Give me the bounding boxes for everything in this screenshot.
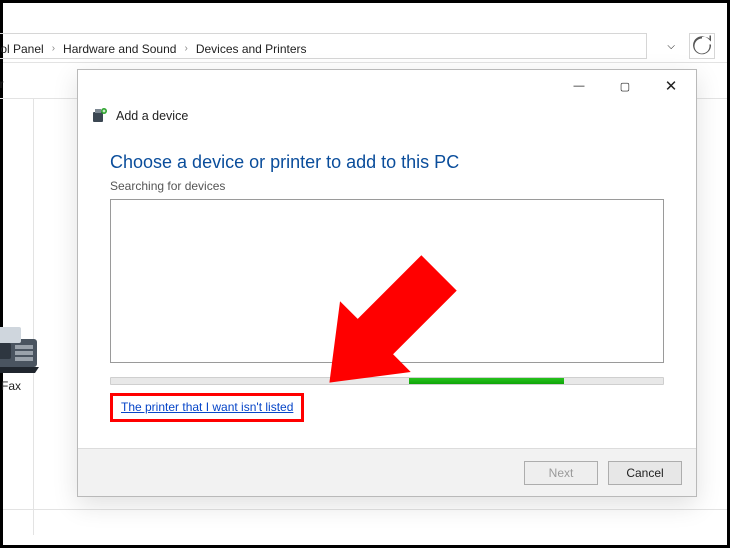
device-results-list[interactable] (110, 199, 664, 363)
annotation-highlight-box: The printer that I want isn't listed (110, 393, 304, 422)
next-button[interactable]: Next (524, 461, 598, 485)
chevron-right-icon: › (50, 43, 57, 54)
add-device-dialog: — ▢ ✕ Add a device Choose a device or pr… (77, 69, 697, 497)
window-titlebar: — ▢ ✕ (78, 70, 696, 102)
explorer-header: trol Panel › Hardware and Sound › Device… (3, 3, 727, 63)
sidebar-divider (33, 99, 34, 535)
device-item-label: Fax (0, 379, 51, 393)
fax-device-icon (0, 321, 43, 375)
breadcrumb-seg-1[interactable]: Hardware and Sound (59, 40, 180, 58)
maximize-button[interactable]: ▢ (602, 71, 648, 101)
device-plus-icon (92, 108, 108, 124)
minimize-button[interactable]: — (556, 71, 602, 101)
dialog-footer: Next Cancel (78, 448, 696, 496)
device-item-fax[interactable]: Fax (0, 321, 51, 393)
breadcrumb[interactable]: trol Panel › Hardware and Sound › Device… (0, 35, 319, 62)
chevron-down-icon[interactable]: ⌵ (667, 41, 675, 52)
printer-not-listed-link[interactable]: The printer that I want isn't listed (121, 400, 293, 414)
close-button[interactable]: ✕ (648, 71, 694, 101)
breadcrumb-seg-0[interactable]: trol Panel (0, 40, 48, 58)
dialog-title: Add a device (116, 109, 188, 123)
chevron-right-icon: › (182, 43, 189, 54)
explorer-statusbar (3, 509, 727, 537)
refresh-button[interactable] (689, 33, 715, 59)
dialog-status: Searching for devices (110, 179, 664, 193)
cancel-button[interactable]: Cancel (608, 461, 682, 485)
search-progress-bar (110, 377, 664, 385)
breadcrumb-seg-2[interactable]: Devices and Printers (192, 40, 311, 58)
progress-indicator (409, 378, 564, 384)
dialog-heading: Choose a device or printer to add to thi… (110, 152, 664, 173)
toolbar-item[interactable]: nter (0, 77, 4, 91)
